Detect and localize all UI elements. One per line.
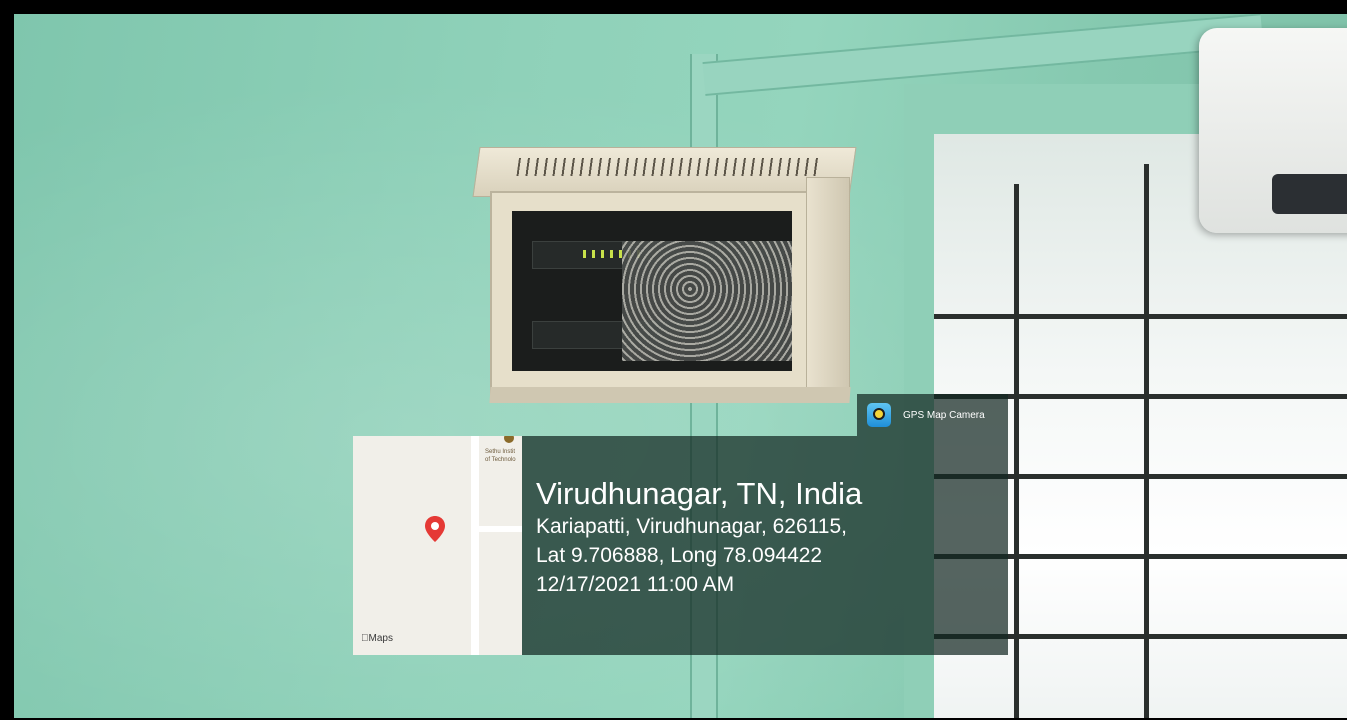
rack-vent	[516, 158, 819, 176]
gps-camera-icon	[867, 403, 891, 427]
window-grill	[934, 314, 1347, 319]
address-line: Kariapatti, Virudhunagar, 626115,	[536, 515, 847, 538]
gps-app-name: GPS Map Camera	[903, 409, 985, 421]
network-rack	[472, 147, 857, 403]
patch-cables	[622, 241, 792, 361]
rack-interior	[512, 211, 792, 371]
map-thumbnail: Sethu Instit of Technolo Maps	[353, 436, 522, 655]
rack-body	[490, 191, 814, 395]
coordinates-line: Lat 9.706888, Long 78.094422	[536, 544, 823, 567]
location-title: Virudhunagar, TN, India	[536, 476, 863, 511]
map-road	[471, 526, 522, 532]
photo-frame: GPS Map Camera Sethu Instit of Technolo …	[0, 0, 1347, 720]
maps-provider-label: Maps	[361, 633, 393, 644]
maps-attribution: Maps	[361, 633, 393, 644]
rack-top	[472, 147, 857, 197]
poi-label: Sethu Instit of Technolo	[485, 448, 516, 464]
location-pin-icon	[425, 516, 445, 542]
location-text: Virudhunagar, TN, India Kariapatti, Viru…	[536, 476, 1006, 599]
poi-label-line: of Technolo	[485, 457, 516, 463]
gps-app-badge: GPS Map Camera	[857, 394, 1008, 436]
apple-icon: 	[361, 633, 369, 644]
rack-side	[806, 177, 850, 391]
map-road	[471, 436, 479, 655]
rack-bottom	[489, 387, 851, 403]
datetime-line: 12/17/2021 11:00 AM	[536, 573, 735, 596]
air-conditioner-vent	[1272, 174, 1347, 214]
poi-marker-icon	[504, 436, 514, 443]
poi-label-line: Sethu Instit	[485, 449, 516, 455]
